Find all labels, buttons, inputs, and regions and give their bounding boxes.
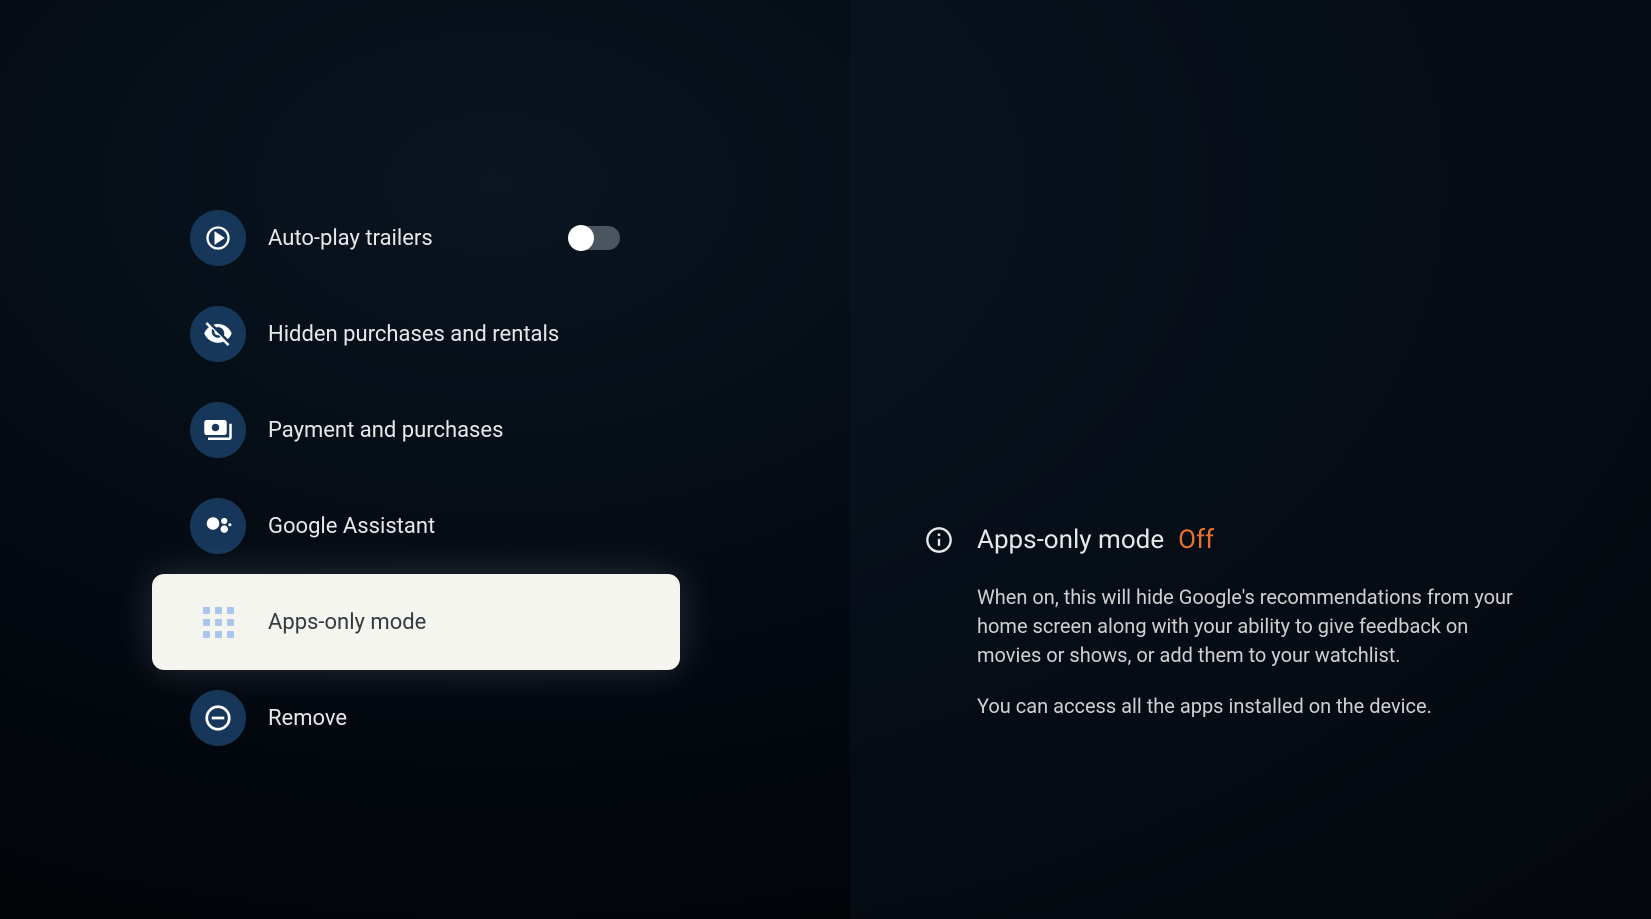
menu-item-label: Remove <box>268 706 347 731</box>
menu-item-label: Auto-play trailers <box>268 226 433 251</box>
menu-item-payment-purchases[interactable]: Payment and purchases <box>0 382 850 478</box>
menu-item-apps-only-mode[interactable]: Apps-only mode <box>152 574 680 670</box>
toggle-auto-play-trailers[interactable] <box>570 226 620 250</box>
menu-item-label: Payment and purchases <box>268 418 503 443</box>
menu-item-google-assistant[interactable]: Google Assistant <box>0 478 850 574</box>
detail-status: Off <box>1178 525 1214 555</box>
detail-paragraph-1: When on, this will hide Google's recomme… <box>977 583 1521 670</box>
menu-item-label: Apps-only mode <box>268 610 426 635</box>
detail-header: Apps-only mode Off <box>925 525 1521 555</box>
detail-paragraph-2: You can access all the apps installed on… <box>977 692 1521 721</box>
info-icon <box>925 526 953 554</box>
play-circle-icon <box>190 210 246 266</box>
payments-icon <box>190 402 246 458</box>
remove-circle-icon <box>190 690 246 746</box>
menu-item-remove[interactable]: Remove <box>0 670 850 766</box>
detail-title: Apps-only mode <box>977 525 1164 555</box>
detail-panel: Apps-only mode Off When on, this will hi… <box>850 0 1651 919</box>
visibility-off-icon <box>190 306 246 362</box>
apps-grid-icon <box>190 594 246 650</box>
google-assistant-icon <box>190 498 246 554</box>
toggle-knob <box>568 225 594 251</box>
detail-body: When on, this will hide Google's recomme… <box>925 583 1521 721</box>
menu-item-hidden-purchases[interactable]: Hidden purchases and rentals <box>0 286 850 382</box>
menu-item-label: Hidden purchases and rentals <box>268 322 559 347</box>
settings-menu-panel: Auto-play trailers Hidden purchases and … <box>0 0 850 919</box>
menu-item-auto-play-trailers[interactable]: Auto-play trailers <box>0 190 850 286</box>
menu-item-label: Google Assistant <box>268 514 435 539</box>
